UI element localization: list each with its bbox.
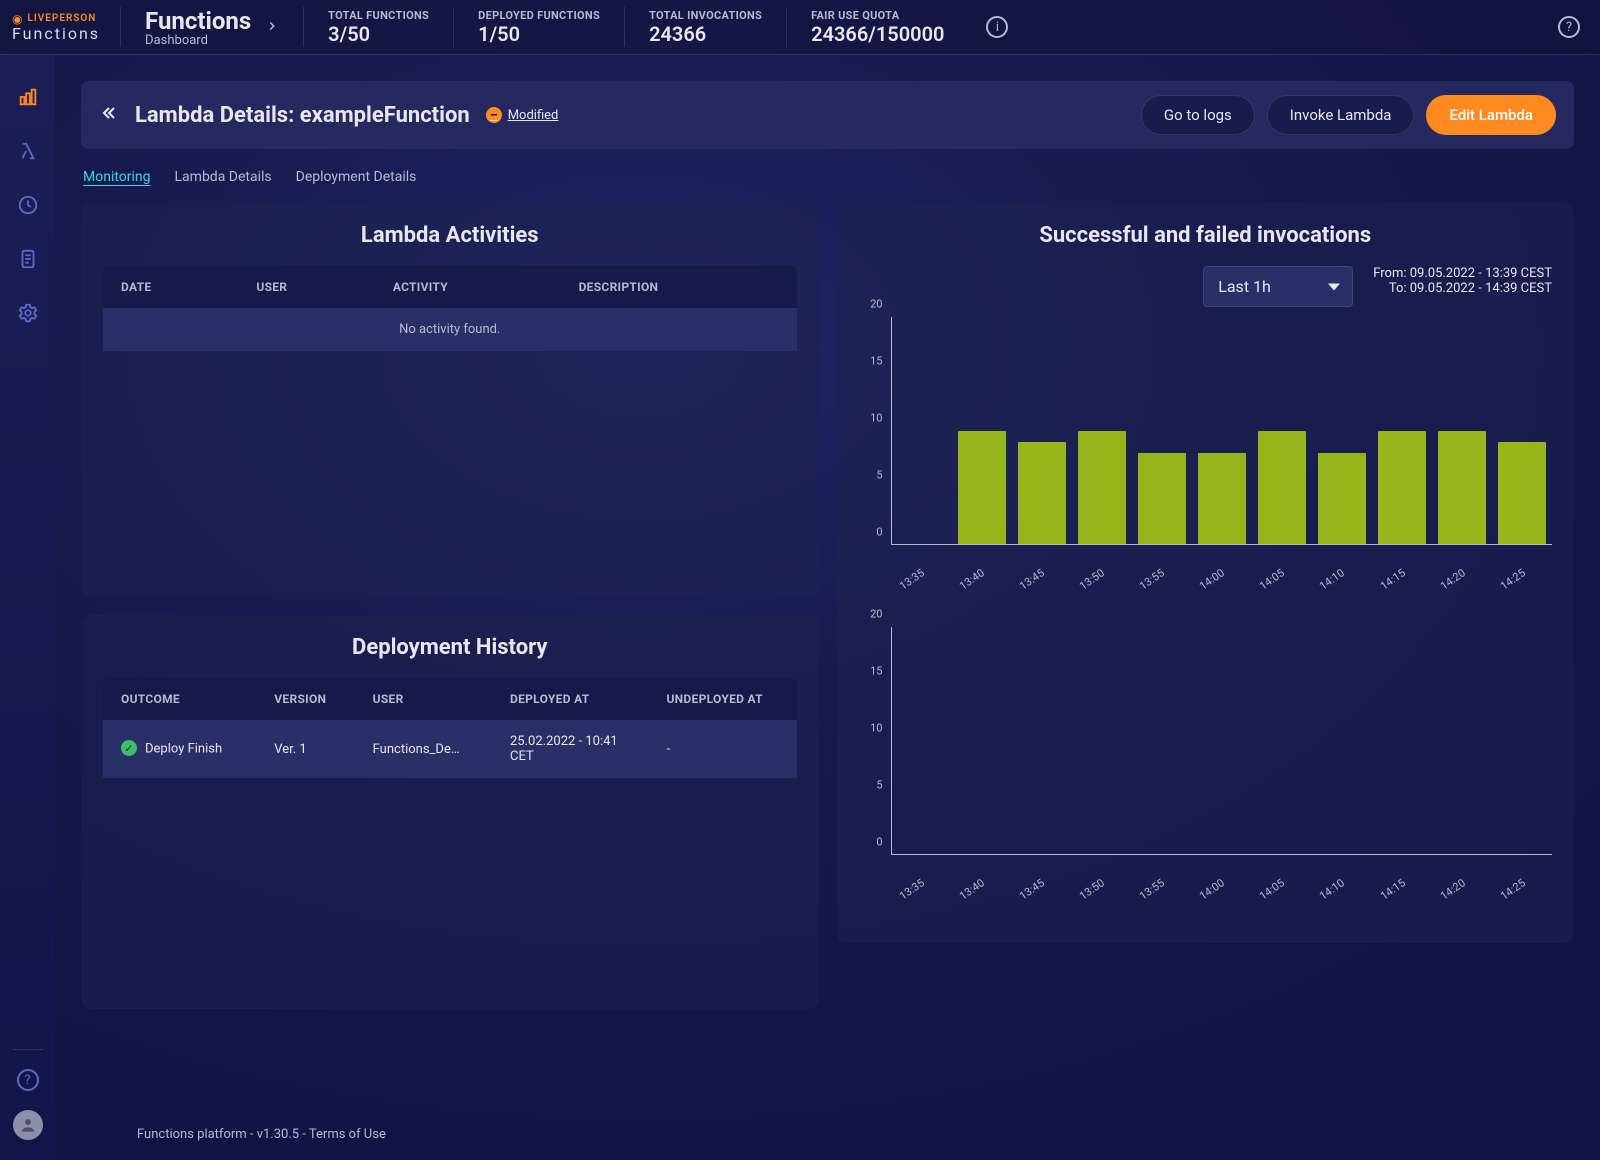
tabs: Monitoring Lambda Details Deployment Det… [83,169,1572,185]
footer: Functions platform - v1.30.5 - Terms of … [137,1127,386,1142]
lambda-icon[interactable] [16,139,40,163]
status-badge[interactable]: – Modified [486,107,559,123]
breadcrumb[interactable]: Functions Dashboard [121,7,304,47]
document-icon[interactable] [16,247,40,271]
metric: DEPLOYED FUNCTIONS1/50 [454,7,625,47]
edit-lambda-button[interactable]: Edit Lambda [1426,95,1556,135]
bar [1198,453,1246,544]
bar [1018,442,1066,544]
page-header: Lambda Details: exampleFunction – Modifi… [81,81,1574,149]
time-range-meta: From: 09.05.2022 - 13:39 CEST To: 09.05.… [1373,266,1552,296]
brand-logo: ◉ LIVEPERSON Functions [8,7,121,47]
metric-label: DEPLOYED FUNCTIONS [478,9,600,22]
range-to: To: 09.05.2022 - 14:39 CEST [1373,281,1552,296]
invocations-card: Successful and failed invocations Last 1… [837,203,1575,943]
metric-label: TOTAL FUNCTIONS [328,9,429,22]
bar [1258,431,1306,545]
metric: TOTAL INVOCATIONS24366 [625,7,787,47]
col-outcome: OUTCOME [103,678,256,720]
brand-bottom: Functions [12,24,100,43]
check-icon: ✓ [121,740,137,756]
time-range-select[interactable]: Last 1h [1203,266,1353,307]
table-row: No activity found. [103,308,797,351]
page-title: Lambda Details: exampleFunction [135,103,470,128]
invoke-lambda-button[interactable]: Invoke Lambda [1267,95,1415,135]
empty-text: No activity found. [103,308,797,351]
main-content: Lambda Details: exampleFunction – Modifi… [55,55,1600,1160]
col-huser: USER [355,678,492,720]
activities-title: Lambda Activities [103,223,797,248]
badge-label: Modified [508,108,559,123]
metric-value: 1/50 [478,22,600,46]
col-version: VERSION [256,678,354,720]
col-undeployed: UNDEPLOYED AT [648,678,796,720]
tab-monitoring[interactable]: Monitoring [83,169,151,185]
help-icon[interactable]: ? [1558,16,1580,39]
success-chart: 0510152013:3513:4013:4513:5013:5514:0014… [859,317,1553,567]
metric-label: FAIR USE QUOTA [811,9,944,22]
crumb-subtitle: Dashboard [145,33,251,48]
range-value: Last 1h [1218,277,1271,296]
terms-link[interactable]: Terms of Use [309,1127,386,1142]
header-metrics: TOTAL FUNCTIONS3/50DEPLOYED FUNCTIONS1/5… [304,7,968,47]
bar [1498,442,1546,544]
col-user: USER [238,266,374,308]
activities-card: Lambda Activities DATE USER ACTIVITY DES… [81,203,819,597]
col-description: DESCRIPTION [561,266,797,308]
bar [1438,431,1486,545]
metric-value: 24366/150000 [811,22,944,46]
col-activity: ACTIVITY [375,266,561,308]
table-row[interactable]: ✓Deploy FinishVer. 1Functions_De…25.02.2… [103,720,797,778]
clock-icon[interactable] [16,193,40,217]
modified-dot-icon: – [486,107,502,123]
info-icon[interactable]: i [968,16,1008,39]
dashboard-icon[interactable] [16,85,40,109]
range-from: From: 09.05.2022 - 13:39 CEST [1373,266,1552,281]
bar [1318,453,1366,544]
back-icon[interactable] [99,103,119,127]
bar [1378,431,1426,545]
invocations-title: Successful and failed invocations [859,223,1553,248]
metric: TOTAL FUNCTIONS3/50 [304,7,454,47]
activities-table: DATE USER ACTIVITY DESCRIPTION No activi… [103,266,797,351]
metric-value: 3/50 [328,22,429,46]
bar [958,431,1006,545]
footer-platform: Functions platform - v1.30.5 [137,1127,299,1142]
tab-lambda-details[interactable]: Lambda Details [175,169,272,185]
bar [1138,453,1186,544]
bar [1078,431,1126,545]
failed-chart: 0510152013:3513:4013:4513:5013:5514:0014… [859,627,1553,877]
metric-value: 24366 [649,22,762,46]
col-date: DATE [103,266,238,308]
go-to-logs-button[interactable]: Go to logs [1141,95,1255,135]
history-title: Deployment History [103,635,797,660]
help-sidebar-icon[interactable]: ? [16,1068,40,1092]
history-table: OUTCOME VERSION USER DEPLOYED AT UNDEPLO… [103,678,797,778]
top-header: ◉ LIVEPERSON Functions Functions Dashboa… [0,0,1600,55]
history-card: Deployment History OUTCOME VERSION USER … [81,615,819,1009]
col-deployed: DEPLOYED AT [492,678,648,720]
crumb-title: Functions [145,7,251,35]
metric: FAIR USE QUOTA24366/150000 [787,7,968,47]
sidebar: ? [0,55,55,1160]
metric-label: TOTAL INVOCATIONS [649,9,762,22]
tab-deployment-details[interactable]: Deployment Details [296,169,417,185]
chevron-right-icon [265,18,279,37]
avatar[interactable] [13,1110,43,1140]
brand-top: LIVEPERSON [27,13,96,24]
gear-icon[interactable] [16,301,40,325]
